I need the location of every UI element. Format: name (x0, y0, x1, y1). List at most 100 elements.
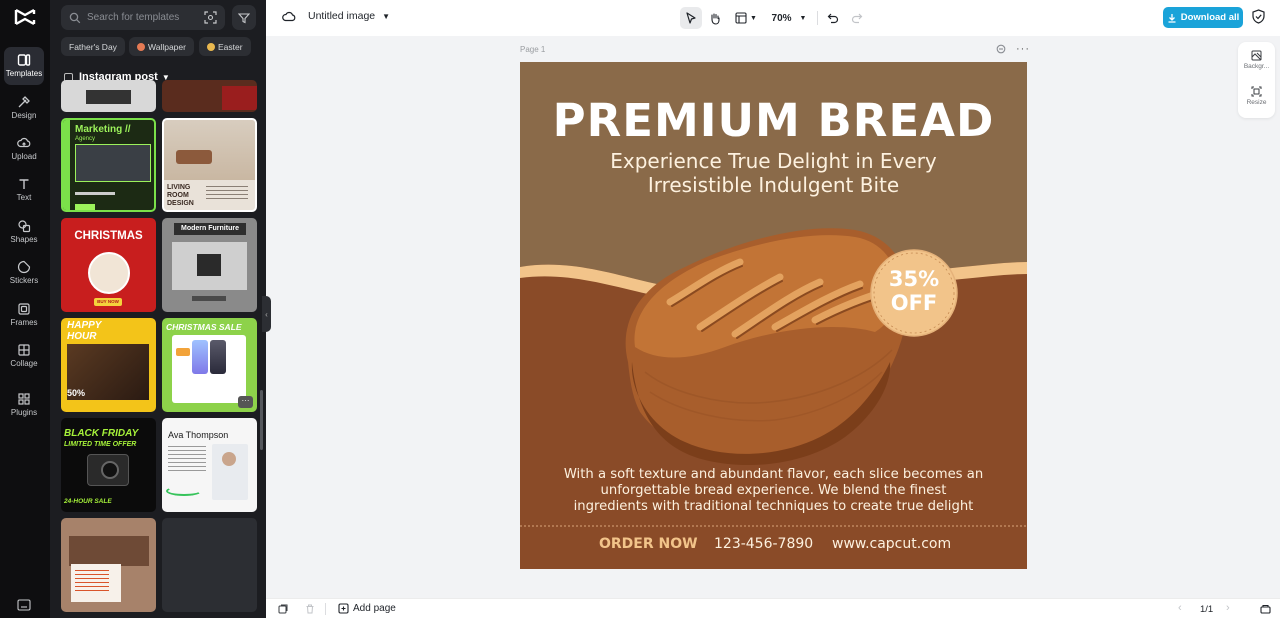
background-label: Backgr... (1243, 63, 1270, 70)
chip-label: Wallpaper (148, 41, 186, 52)
tile-card (172, 335, 246, 403)
download-label: Download all (1180, 12, 1240, 23)
keyboard-icon[interactable] (17, 599, 31, 611)
chevron-down-icon: ▼ (382, 11, 391, 21)
tile-body-text (168, 446, 206, 472)
template-tile-happy-hour[interactable]: HAPPY HOUR 50% (61, 318, 156, 412)
rail-label-collage: Collage (10, 359, 38, 368)
rail-item-collage[interactable]: Collage (4, 337, 44, 375)
tile-title: Modern Furniture (174, 223, 246, 235)
rail-item-frames[interactable]: Frames (4, 296, 44, 334)
template-tile-marketing[interactable]: Marketing // Agency (61, 118, 156, 212)
tile-furniture (197, 254, 221, 276)
panel-scrollbar[interactable] (260, 390, 263, 450)
download-all-button[interactable]: Download all (1163, 7, 1243, 28)
tile-subtitle: LIMITED TIME OFFER (64, 441, 137, 448)
design-canvas[interactable]: PREMIUM BREAD Experience True Delight in… (520, 62, 1027, 569)
background-button[interactable]: Backgr... (1238, 50, 1275, 70)
discount-percent: 35% (888, 267, 940, 291)
select-tool-button[interactable] (680, 7, 702, 29)
template-tile-black-friday[interactable]: BLACK FRIDAY LIMITED TIME OFFER 24-HOUR … (61, 418, 156, 512)
tile-percent: 50% (67, 388, 86, 398)
tile-button (75, 204, 95, 210)
rail-item-templates[interactable]: Templates (4, 47, 44, 85)
templates-icon (17, 54, 31, 66)
chip-wallpaper[interactable]: Wallpaper (129, 37, 194, 56)
undo-button[interactable] (822, 7, 844, 29)
text-icon (19, 179, 29, 189)
template-tile[interactable] (162, 80, 257, 112)
image-search-icon[interactable] (204, 11, 217, 24)
template-tile[interactable] (61, 80, 156, 112)
pages-icon[interactable] (278, 604, 288, 614)
tile-body-text (75, 570, 109, 592)
design-icon (18, 96, 30, 108)
tile-photo (69, 536, 149, 566)
tile-phone (210, 340, 226, 374)
template-thumb (86, 90, 131, 104)
tile-button: BUY NOW (94, 298, 122, 306)
rail-item-design[interactable]: Design (4, 89, 44, 127)
duplicate-page-icon[interactable] (996, 44, 1006, 54)
hand-tool-button[interactable] (704, 7, 726, 29)
rail-item-upload[interactable]: Upload (4, 130, 44, 168)
collage-icon (18, 344, 30, 356)
template-tile-living-room[interactable]: LIVING ROOM DESIGN (162, 118, 257, 212)
poster-order-now: ORDER NOW (599, 536, 698, 552)
tile-portrait (222, 452, 236, 466)
poster-subhead-line-2: Irresistible Indulgent Bite (647, 173, 900, 197)
tile-footer: 24-HOUR SALE (64, 498, 112, 505)
resize-label: Resize (1246, 99, 1267, 106)
filter-button[interactable] (232, 5, 256, 30)
template-search[interactable] (61, 5, 225, 30)
add-page-button[interactable]: Add page (338, 603, 396, 614)
collapse-panel-button[interactable]: ‹ (262, 296, 271, 332)
rail-item-text[interactable]: Text (4, 171, 44, 209)
zoom-level: 70% (771, 12, 792, 24)
trash-icon[interactable] (305, 604, 315, 614)
add-page-icon (338, 603, 349, 614)
rail-item-plugins[interactable]: Plugins (4, 386, 44, 424)
chevron-right-icon[interactable]: › (1226, 602, 1230, 614)
template-tile-modern-furniture[interactable]: Modern Furniture (162, 218, 257, 312)
chip-easter[interactable]: Easter (199, 37, 251, 56)
layout-menu-button[interactable]: ▼ (732, 7, 760, 29)
download-icon (1168, 13, 1176, 23)
template-tile-loading[interactable] (162, 518, 257, 612)
template-tile-ava[interactable]: Ava Thompson (162, 418, 257, 512)
rail-label-design: Design (11, 111, 37, 120)
tile-title: Marketing // (75, 124, 131, 135)
frames-icon (18, 303, 30, 315)
background-icon (1251, 50, 1262, 61)
redo-icon (851, 13, 863, 24)
poster-subhead-line-1: Experience True Delight in Every (610, 149, 937, 173)
resize-button[interactable]: Resize (1238, 86, 1275, 106)
shield-check-icon[interactable] (1252, 9, 1265, 24)
tile-sofa (176, 150, 212, 164)
tile-title: BLACK FRIDAY (64, 428, 139, 439)
poster-website: www.capcut.com (832, 536, 952, 552)
document-title-menu[interactable]: Untitled image ▼ (282, 10, 390, 22)
rail-item-stickers[interactable]: Stickers (4, 254, 44, 292)
search-input[interactable] (87, 12, 197, 23)
redo-button[interactable] (846, 7, 868, 29)
template-tile-christmas[interactable]: CHRISTMAS BUY NOW (61, 218, 156, 312)
more-options-icon[interactable]: ··· (238, 396, 253, 408)
layout-icon (735, 12, 747, 24)
chevron-left-icon[interactable]: ‹ (1178, 602, 1182, 614)
tile-title: CHRISTMAS SALE (166, 322, 242, 332)
hand-icon (711, 12, 720, 25)
wallpaper-icon (137, 42, 145, 51)
rail-label-stickers: Stickers (9, 276, 39, 285)
chevron-down-icon: ▼ (799, 14, 807, 22)
rail-label-frames: Frames (10, 318, 38, 327)
rail-item-shapes[interactable]: Shapes (4, 213, 44, 251)
zoom-dropdown[interactable]: 70% ▼ (766, 7, 812, 29)
chip-fathers-day[interactable]: Father's Day (61, 37, 125, 56)
template-tile-christmas-sale[interactable]: CHRISTMAS SALE ··· (162, 318, 257, 412)
layers-icon[interactable] (1260, 604, 1271, 614)
template-tile-special[interactable] (61, 518, 156, 612)
more-options-icon[interactable]: ··· (1016, 44, 1030, 55)
capcut-logo[interactable] (13, 6, 37, 28)
search-icon (69, 12, 81, 23)
